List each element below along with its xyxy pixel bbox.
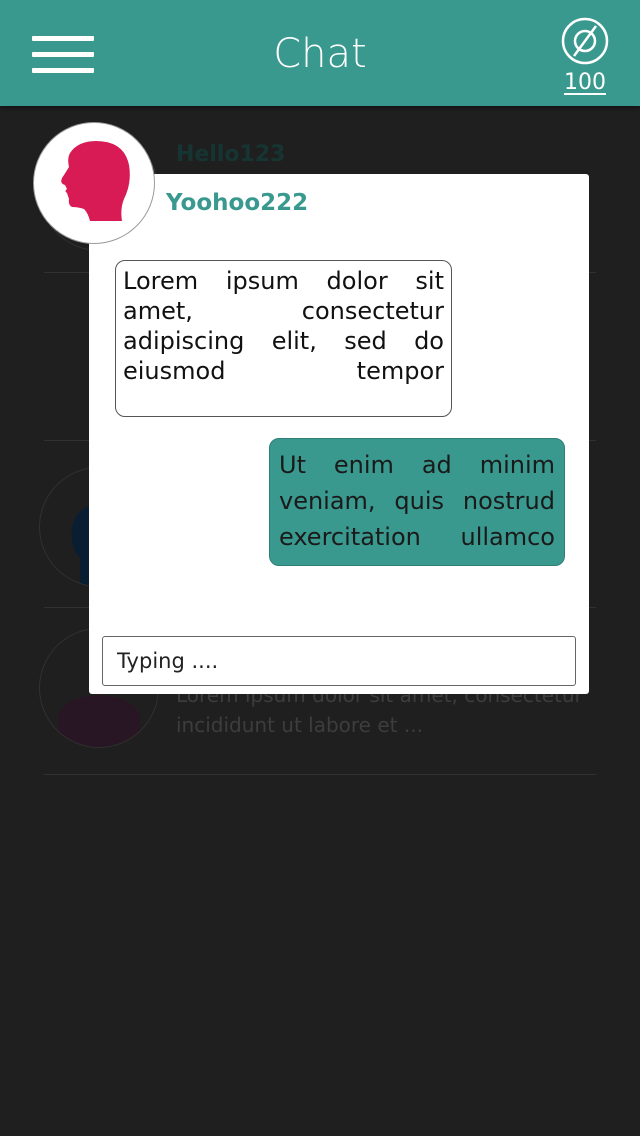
message-input[interactable]: [102, 636, 576, 686]
hamburger-menu-icon[interactable]: [32, 36, 94, 74]
contact-avatar: [33, 122, 155, 244]
chat-modal: Lorem ipsum dolor sit amet, consectetur …: [89, 174, 589, 694]
coin-count: 100: [564, 70, 606, 95]
head-profile-icon: [61, 141, 130, 221]
outgoing-message-bubble: Ut enim ad minim veniam, quis nostrud ex…: [269, 438, 565, 566]
empty-set-icon: [561, 17, 609, 65]
contact-name: Yoohoo222: [166, 190, 309, 216]
coin-balance-button[interactable]: 100: [556, 16, 614, 98]
incoming-message-bubble: Lorem ipsum dolor sit amet, consectetur …: [115, 260, 452, 417]
top-bar: Chat 100: [0, 0, 640, 106]
page-title: Chat: [273, 31, 367, 77]
